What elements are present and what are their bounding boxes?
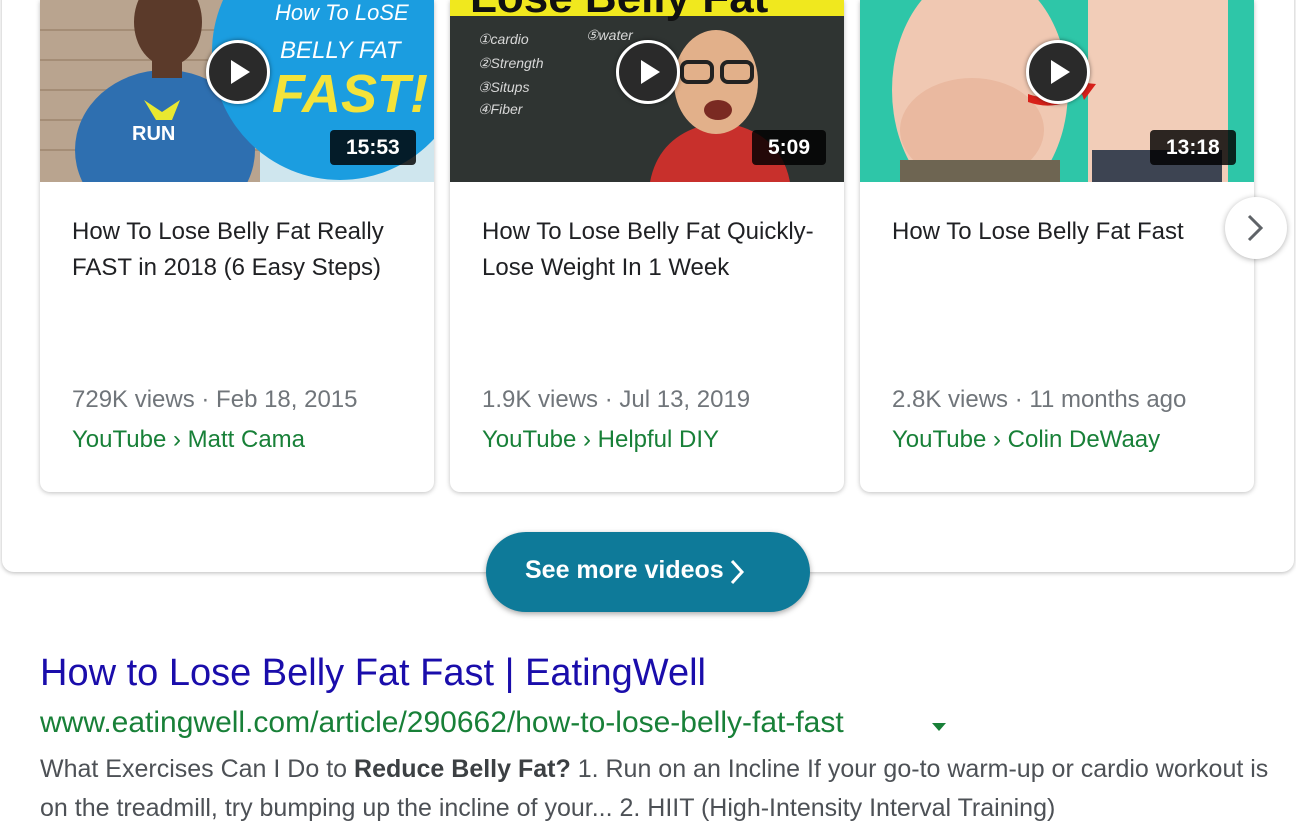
- search-result-title[interactable]: How to Lose Belly Fat Fast | EatingWell: [40, 652, 706, 695]
- snippet-emphasis: Reduce Belly Fat?: [354, 755, 571, 783]
- svg-text:④Fiber: ④Fiber: [478, 101, 524, 117]
- caret-down-icon[interactable]: [931, 722, 947, 732]
- play-button[interactable]: [616, 40, 680, 104]
- video-meta: 2.8K views · 11 months ago: [892, 386, 1187, 413]
- svg-text:②Strength: ②Strength: [478, 55, 544, 71]
- video-source: YouTube › Matt Cama: [72, 426, 306, 453]
- svg-text:BELLY FAT: BELLY FAT: [280, 37, 403, 64]
- video-card[interactable]: RUN How To LoSE BELLY FAT FAST! 15:53 Ho…: [40, 0, 434, 492]
- carousel-next-button[interactable]: [1225, 197, 1287, 259]
- play-icon: [641, 60, 660, 84]
- video-source: YouTube › Colin DeWaay: [892, 426, 1161, 453]
- video-title[interactable]: How To Lose Belly Fat Really FAST in 201…: [72, 214, 412, 286]
- svg-text:Lose Belly Fat: Lose Belly Fat: [470, 0, 769, 22]
- search-result-url[interactable]: www.eatingwell.com/article/290662/how-to…: [40, 706, 844, 740]
- play-icon: [231, 60, 250, 84]
- play-button[interactable]: [206, 40, 270, 104]
- video-duration: 15:53: [330, 130, 416, 165]
- search-result-snippet: What Exercises Can I Do to Reduce Belly …: [40, 750, 1270, 828]
- svg-text:⑤water: ⑤water: [586, 27, 634, 43]
- video-duration: 13:18: [1150, 130, 1236, 165]
- chevron-right-icon: [730, 559, 745, 585]
- video-thumbnail[interactable]: 13:18: [860, 0, 1254, 182]
- play-icon: [1051, 60, 1070, 84]
- video-card[interactable]: Lose Belly Fat ①cardio ②Strength ③Situps…: [450, 0, 844, 492]
- video-source: YouTube › Helpful DIY: [482, 426, 720, 453]
- snippet-text: What Exercises Can I Do to: [40, 755, 355, 783]
- video-duration: 5:09: [752, 130, 827, 165]
- svg-text:How To LoSE: How To LoSE: [275, 0, 409, 25]
- video-card[interactable]: 13:18 How To Lose Belly Fat Fast 2.8K vi…: [860, 0, 1254, 492]
- video-meta: 1.9K views · Jul 13, 2019: [482, 386, 751, 413]
- play-button[interactable]: [1026, 40, 1090, 104]
- svg-text:③Situps: ③Situps: [478, 79, 529, 95]
- svg-text:①cardio: ①cardio: [478, 31, 529, 47]
- video-title[interactable]: How To Lose Belly Fat Fast: [892, 214, 1232, 250]
- see-more-label: See more videos: [525, 556, 724, 584]
- video-title[interactable]: How To Lose Belly Fat Quickly-Lose Weigh…: [482, 214, 822, 286]
- chevron-right-icon: [1247, 214, 1264, 242]
- video-meta: 729K views · Feb 18, 2015: [72, 386, 358, 413]
- see-more-videos-button[interactable]: See more videos: [486, 532, 810, 612]
- video-thumbnail[interactable]: Lose Belly Fat ①cardio ②Strength ③Situps…: [450, 0, 844, 182]
- svg-text:FAST!: FAST!: [272, 64, 428, 124]
- video-thumbnail[interactable]: RUN How To LoSE BELLY FAT FAST! 15:53: [40, 0, 434, 182]
- svg-text:RUN: RUN: [132, 123, 175, 145]
